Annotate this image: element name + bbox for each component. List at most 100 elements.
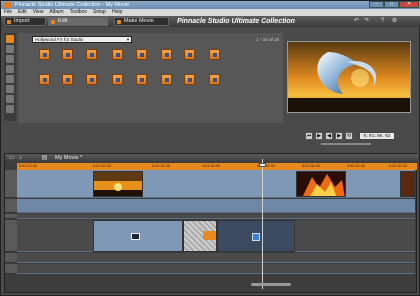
clip-thumbnail	[94, 172, 142, 196]
menu-album[interactable]: Album	[46, 9, 66, 16]
title-track-header[interactable]	[5, 214, 17, 219]
transition-item[interactable]	[86, 49, 97, 60]
chevron-down-icon: ▼	[126, 37, 130, 42]
menu-clip[interactable]	[93, 220, 183, 252]
dark-clip[interactable]	[217, 220, 295, 252]
transition-item[interactable]	[86, 74, 97, 85]
transition-item[interactable]	[136, 74, 147, 85]
close-button[interactable]: ✕	[399, 1, 419, 8]
album-dropdown[interactable]: Hollywood FX for Studio ▼	[32, 36, 132, 43]
folder-icon[interactable]: ▤	[41, 155, 48, 162]
montage-icon[interactable]	[6, 105, 14, 113]
timecode-display[interactable]: 0:01:06.02	[359, 132, 395, 140]
video-clip-sunset[interactable]	[93, 171, 143, 197]
speaker-icon[interactable]: ♪	[17, 155, 24, 162]
help-icon[interactable]: ?	[379, 18, 386, 25]
transition-item[interactable]	[161, 74, 172, 85]
item-count: 1 - 16 of 16	[256, 37, 279, 42]
transition-item[interactable]	[39, 49, 50, 60]
menu-icon	[131, 233, 140, 240]
sound-track-header[interactable]	[5, 253, 17, 263]
music-icon[interactable]	[6, 95, 14, 103]
transition-item[interactable]	[62, 49, 73, 60]
ruler-label: 0:01:20.00	[152, 164, 170, 168]
transition-clip[interactable]	[183, 220, 217, 252]
menu-edit[interactable]: Edit	[15, 9, 30, 16]
settings-icon[interactable]: ⚙	[391, 18, 398, 25]
ruler-label: 0:02:00.00	[347, 164, 365, 168]
ruler-label: 0:02:10.00	[389, 164, 407, 168]
forward-button[interactable]: ▶	[335, 132, 343, 140]
menus-icon[interactable]	[6, 75, 14, 83]
import-icon	[7, 20, 11, 24]
rewind-button[interactable]: ◀	[325, 132, 333, 140]
video-clip-edge[interactable]	[400, 171, 415, 197]
video-track-header[interactable]	[5, 170, 17, 198]
transition-badge	[203, 231, 216, 240]
tab-make-movie[interactable]: Make Movie	[114, 17, 169, 26]
app-window: Pinnacle Studio Ultimate Collection - My…	[0, 0, 420, 296]
titles-icon[interactable]	[6, 65, 14, 73]
menu-file[interactable]: File	[1, 9, 15, 16]
edit-icon	[51, 20, 55, 24]
ruler-label: 0:01:30.00	[202, 164, 220, 168]
undo-icon[interactable]: ↶	[353, 18, 360, 25]
transition-item[interactable]	[62, 74, 73, 85]
transition-item[interactable]	[161, 49, 172, 60]
timeline-view-icon[interactable]: ▭	[8, 155, 15, 162]
transition-item[interactable]	[209, 74, 220, 85]
playhead-line	[262, 159, 263, 289]
music-track-header[interactable]	[5, 264, 17, 274]
sound-effects-icon[interactable]	[6, 85, 14, 93]
video-track[interactable]	[17, 170, 415, 198]
preview-scrub-slider[interactable]	[321, 143, 371, 145]
timeline-header: ▭ ♪ ▤ My Movie *	[5, 154, 418, 163]
photos-icon[interactable]	[6, 55, 14, 63]
tab-edit[interactable]: Edit	[48, 17, 108, 26]
maximize-button[interactable]: □	[384, 1, 399, 8]
timeline-ruler[interactable]: 0:01:00.00 0:01:10.00 0:01:20.00 0:01:30…	[17, 163, 417, 170]
tab-edit-label: Edit	[58, 18, 68, 24]
transition-item[interactable]	[136, 49, 147, 60]
tab-make-movie-label: Make Movie	[124, 18, 154, 24]
menu-toolbox[interactable]: Toolbox	[67, 9, 90, 16]
playhead-handle[interactable]	[259, 163, 266, 167]
play-button[interactable]: ▶	[315, 132, 323, 140]
video-clip-fire[interactable]	[296, 171, 346, 197]
menu-view[interactable]: View	[30, 9, 47, 16]
go-to-start-button[interactable]: ⏮	[305, 132, 313, 140]
mode-toolbar: Import Edit Make Movie Pinnacle Studio U…	[1, 16, 420, 27]
app-icon	[4, 2, 11, 8]
minimize-button[interactable]: –	[369, 1, 384, 8]
ruler-label: 0:01:10.00	[93, 164, 111, 168]
tab-import[interactable]: Import	[4, 17, 46, 26]
transitions-icon[interactable]	[6, 45, 14, 53]
timeline-scrollbar[interactable]	[251, 283, 291, 286]
transition-item[interactable]	[209, 49, 220, 60]
sound-track[interactable]	[17, 253, 415, 263]
preview-player[interactable]	[287, 41, 411, 113]
transition-item[interactable]	[112, 74, 123, 85]
redo-icon[interactable]: ↷	[363, 18, 370, 25]
overlay-track-header[interactable]	[5, 199, 17, 213]
timeline-panel: ▭ ♪ ▤ My Movie * 0:01:00.00 0:01:10.00 0…	[4, 153, 418, 293]
audio-track-header[interactable]	[5, 220, 17, 252]
overlay-track[interactable]	[17, 199, 415, 213]
menu-setup[interactable]: Setup	[90, 9, 109, 16]
window-title: Pinnacle Studio Ultimate Collection - My…	[15, 2, 130, 8]
album-dropdown-value: Hollywood FX for Studio	[35, 37, 84, 42]
album-category-bar	[4, 33, 16, 121]
transition-item[interactable]	[184, 74, 195, 85]
menu-help[interactable]: Help	[109, 9, 125, 16]
transition-item[interactable]	[184, 49, 195, 60]
album-panel: Hollywood FX for Studio ▼ 1 - 16 of 16	[18, 33, 283, 123]
transition-item[interactable]	[112, 49, 123, 60]
music-track[interactable]	[17, 264, 415, 274]
video-album-icon[interactable]	[6, 35, 14, 43]
title-track[interactable]	[17, 214, 415, 219]
transport-controls: ⏮ ▶ ◀ ▶ ⟲ 0:01:06.02	[287, 131, 415, 141]
audio-track[interactable]	[17, 220, 415, 252]
make-movie-icon	[117, 20, 121, 24]
loop-button[interactable]: ⟲	[345, 132, 353, 140]
transition-item[interactable]	[39, 74, 50, 85]
